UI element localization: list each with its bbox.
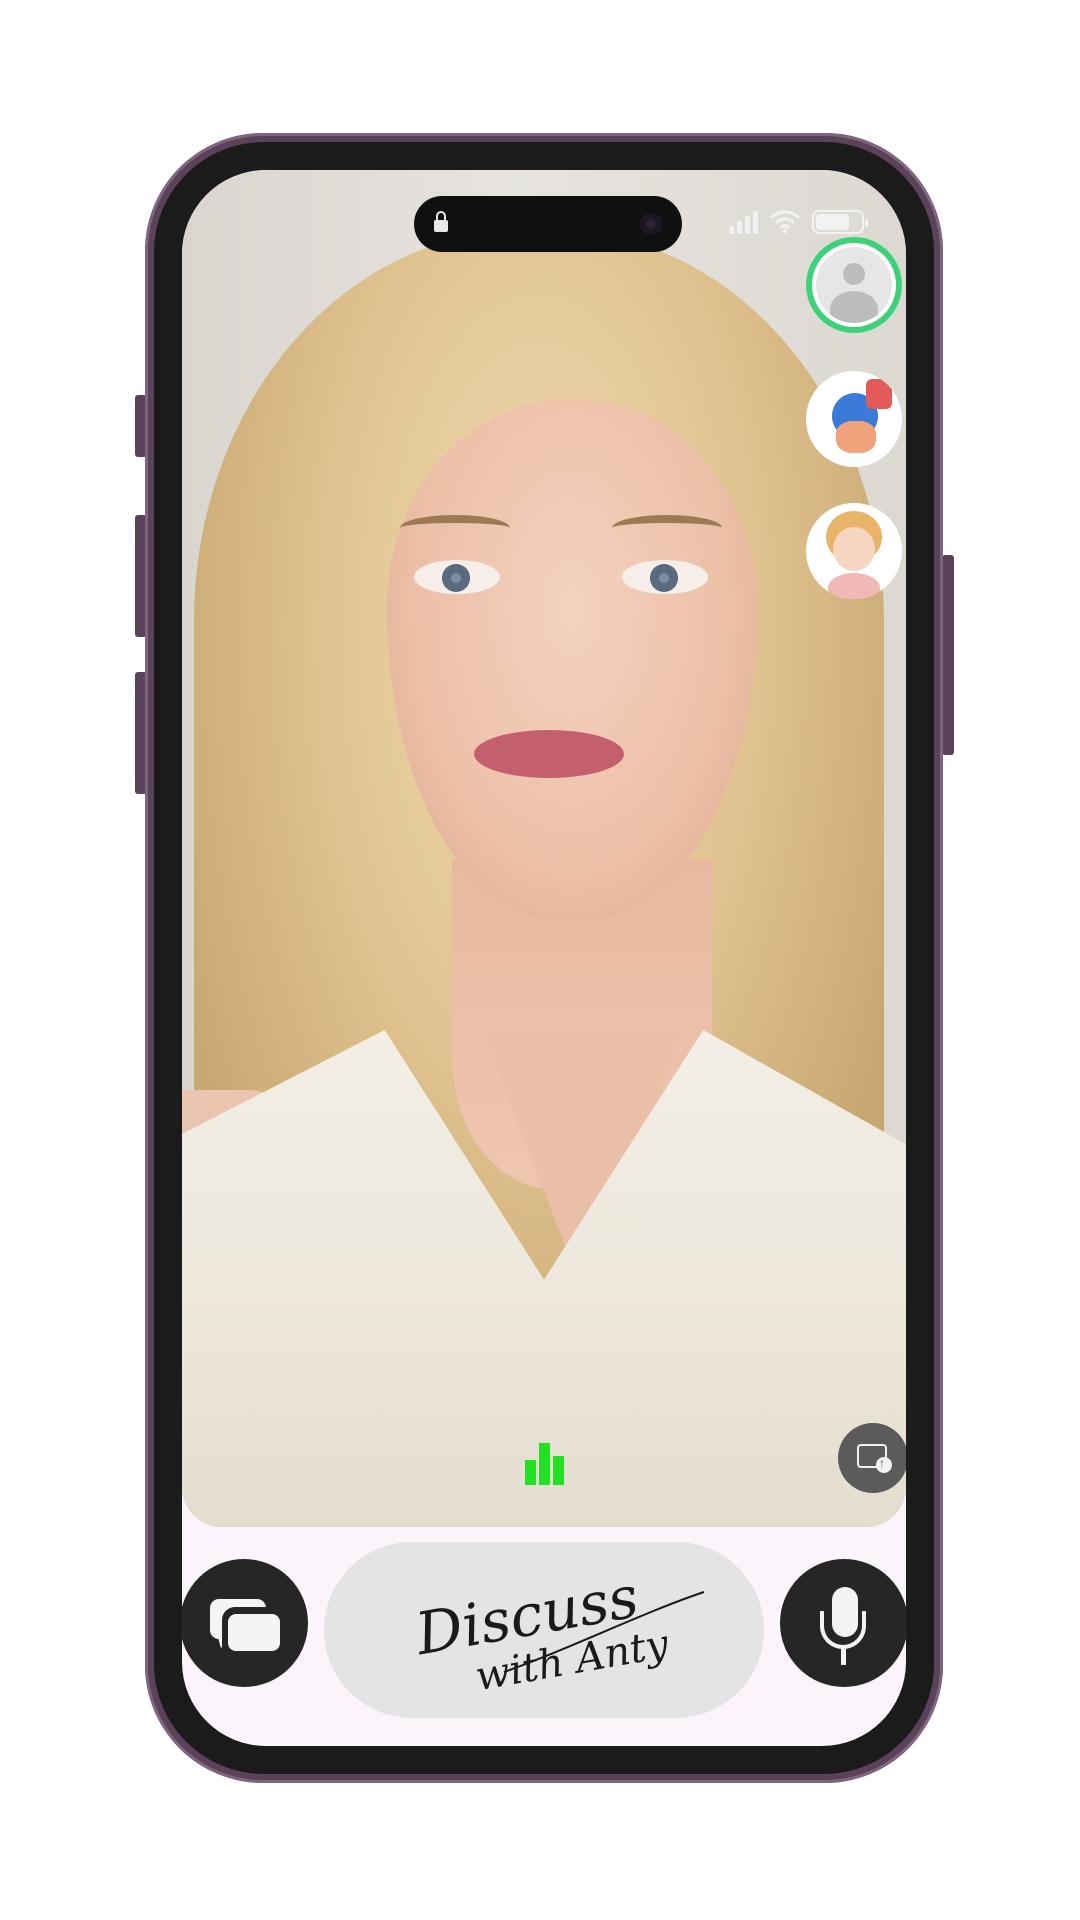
alert-icon [866, 379, 892, 409]
portrait-eye-right [622, 560, 708, 594]
phone-power-button [942, 555, 954, 755]
assistant-avatar-button[interactable] [806, 503, 902, 599]
girl-avatar-icon [833, 527, 875, 571]
user-icon [816, 247, 892, 323]
bottom-control-bar: Discuss with Anty [182, 1527, 906, 1746]
portrait-brow-right [612, 515, 722, 541]
portrait-eye-left [414, 560, 500, 594]
status-bar-right [729, 208, 868, 234]
wifi-icon [770, 208, 800, 234]
cellular-signal-icon [729, 210, 758, 234]
image-upload-button[interactable] [838, 1423, 906, 1493]
voice-level-bar [539, 1443, 550, 1485]
voice-level-indicator [525, 1443, 564, 1485]
battery-icon [812, 210, 868, 234]
phone-frame: Discuss with Anty [145, 133, 943, 1783]
voice-level-bar [553, 1456, 564, 1485]
megaphone-alert-button[interactable] [806, 371, 902, 467]
voice-level-bar [525, 1460, 536, 1485]
discuss-with-anty-button[interactable]: Discuss with Anty [324, 1542, 764, 1718]
portrait-brow-left [400, 515, 510, 541]
dynamic-island [414, 196, 682, 252]
phone-bezel: Discuss with Anty [154, 142, 934, 1774]
lock-icon [434, 211, 448, 232]
discuss-logo: Discuss with Anty [410, 1562, 705, 1700]
portrait-lips [474, 730, 624, 778]
phone-screen: Discuss with Anty [182, 170, 906, 1746]
microphone-button[interactable] [780, 1559, 906, 1687]
user-profile-button[interactable] [806, 237, 902, 333]
avatar-video-feed [182, 170, 906, 1527]
chat-button[interactable] [182, 1559, 308, 1687]
front-camera-icon [640, 213, 662, 235]
